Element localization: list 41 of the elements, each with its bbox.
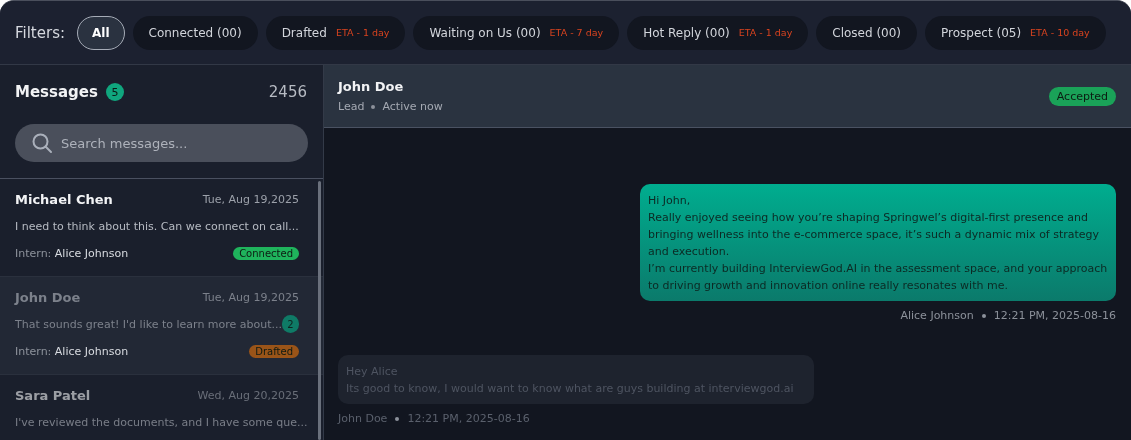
status-tag: Drafted [249,344,299,358]
filter-chip[interactable]: Closed (00) [816,15,918,50]
intern-label: Intern: Alice Johnson [15,246,129,260]
separator-dot [371,104,376,109]
contact-role: Lead [338,100,365,113]
message-total: 2456 [268,83,307,101]
contact-name: Sara Patel [15,387,91,403]
search-field[interactable]: Search messages... [15,124,308,162]
message-time: 12:21 PM, 2025-08-16 [407,412,530,425]
intern-label: Intern: Alice Johnson [15,344,129,358]
filter-chip[interactable]: Drafted ETA - 1 day [265,15,406,50]
sender-name: John Doe [338,412,388,425]
filter-chip[interactable]: All [77,15,125,50]
messages-title: Messages [15,83,98,101]
message-text: Really enjoyed seeing how you’re shaping Springwel’s digital-first presence and bringing wellness into the e-commerce space, it’s such a dynamic mix of strategy and execution. [648,210,1101,260]
unread-count: 2 [282,315,299,333]
filter-chip[interactable]: Waiting on Us (00) ETA - 7 day [413,15,620,50]
unread-badge: 5 [105,83,124,101]
message-text: Hi John, [648,193,692,209]
message-preview: That sounds great! I'd like to learn more about... [15,317,283,331]
filter-chip[interactable]: Hot Reply (00) ETA - 1 day [627,15,809,50]
message-preview: I've reviewed the documents, and I have some que... [15,415,308,429]
status-badge: Accepted [1048,86,1116,106]
separator-dot [395,416,400,421]
presence-status: Active now [382,100,443,113]
status-tag: Connected [233,246,299,260]
message-preview: I need to think about this. Can we connect on call... [15,219,299,233]
filter-chip[interactable]: Connected (00) [132,15,258,50]
contact-name: Michael Chen [15,191,113,207]
filters-label: Filters: [15,23,66,42]
message-text: I’m currently building InterviewGod.AI in the assessment space, and your approach to driving growth and innovation online really resonates with me. [648,261,1108,294]
message-time: 12:21 PM, 2025-08-16 [993,309,1116,322]
contact-name: John Doe [338,79,405,94]
message-date: Wed, Aug 20,2025 [197,388,299,402]
separator-dot [981,313,986,318]
contact-name: John Doe [15,289,81,305]
filter-chip[interactable]: Prospect (05) ETA - 10 day [925,15,1106,50]
message-date: Tue, Aug 19,2025 [202,290,299,304]
conversation-item[interactable]: John Doe Tue, Aug 19,2025 That sounds great! I'd like to learn more about... 2 Intern: Alice Johnson Drafted [0,277,323,375]
message-date: Tue, Aug 19,2025 [202,192,299,206]
sender-name: Alice Johnson [900,309,974,322]
